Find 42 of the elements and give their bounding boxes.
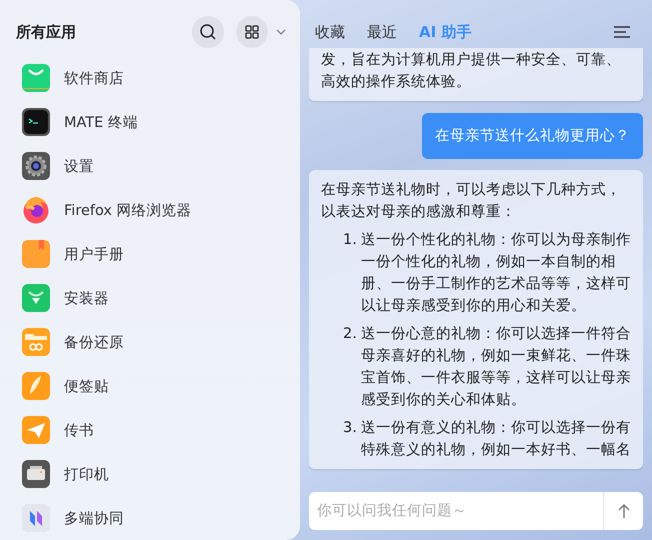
search-button[interactable]	[192, 16, 224, 48]
app-item[interactable]: 用户手册	[0, 232, 300, 276]
user-message: 在母亲节送什么礼物更用心？	[422, 113, 643, 159]
app-item[interactable]: Firefox 网络浏览器	[0, 188, 300, 232]
app-item[interactable]: 设置	[0, 144, 300, 188]
chevron-down-icon[interactable]	[276, 29, 286, 35]
app-item[interactable]: 多端协同	[0, 496, 300, 540]
printer-icon	[22, 460, 50, 488]
search-icon	[199, 23, 217, 41]
list-number: 2.	[343, 325, 358, 344]
shopping-bag-icon	[22, 64, 50, 92]
download-icon	[22, 284, 50, 312]
app-item[interactable]: 备份还原	[0, 320, 300, 364]
message-text: 在母亲节送礼物时，可以考虑以下几种方式，以表达对母亲的感激和尊重：	[321, 180, 622, 222]
arrow-up-icon	[618, 504, 630, 518]
panel-title: 所有应用	[16, 22, 77, 42]
list-number: 3.	[343, 419, 358, 438]
gear-icon	[22, 152, 50, 180]
list-item-text: 送一份心意的礼物：你可以选择一件符合母亲喜好的礼物，例如一束鲜花、一件珠宝首饰、一件衣服等等，这样可以让母亲感受到你的关心和体贴。	[361, 324, 631, 410]
tab[interactable]: 收藏	[315, 22, 345, 42]
message-text: 发，旨在为计算机用户提供一种安全、可靠、高效的操作系统体验。	[321, 50, 622, 92]
app-item[interactable]: 打印机	[0, 452, 300, 496]
menu-icon[interactable]	[614, 26, 630, 38]
list-item-text: 送一份个性化的礼物：你可以为母亲制作一份个性化的礼物，例如一本自制的相册、一份手工制作的艺术品等等，这样可以让母亲感受到你的用心和关爱。	[361, 230, 631, 316]
grid-view-button[interactable]	[236, 16, 268, 48]
book-icon	[22, 240, 50, 268]
folder-icon	[22, 328, 50, 356]
sync-logo-icon	[22, 504, 50, 532]
list-item-text: 送一份有意义的礼物：你可以选择一份有特殊意义的礼物，例如一本好书、一幅名	[361, 418, 631, 460]
app-item[interactable]: 传书	[0, 408, 300, 452]
app-item[interactable]: 便签贴	[0, 364, 300, 408]
list-number: 1.	[343, 231, 358, 250]
tab[interactable]: 最近	[367, 22, 397, 42]
paper-plane-icon	[22, 416, 50, 444]
fox-globe-icon	[22, 196, 50, 224]
feather-icon	[22, 372, 50, 400]
terminal-icon	[22, 108, 50, 136]
app-item[interactable]: 安装器	[0, 276, 300, 320]
app-item[interactable]: 软件商店	[0, 56, 300, 100]
app-item[interactable]: MATE 终端	[0, 100, 300, 144]
question-field[interactable]: 你可以问我任何问题～	[309, 492, 603, 530]
grid-icon	[245, 25, 259, 39]
